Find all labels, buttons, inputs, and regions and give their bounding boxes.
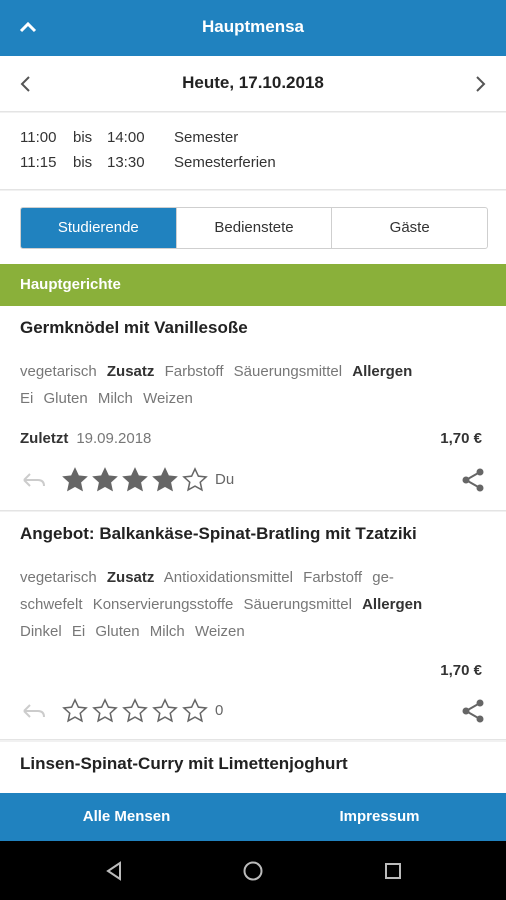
- meal-rating: Du: [20, 466, 486, 494]
- tab-bedienstete[interactable]: Bedienstete: [177, 208, 333, 248]
- app-bar: Hauptmensa: [0, 0, 506, 56]
- meal-price: 1,70 €: [440, 662, 482, 679]
- hours-to: 13:30: [107, 154, 145, 171]
- allergen-label: Allergen: [352, 363, 413, 380]
- allergen: Weizen: [143, 390, 193, 407]
- additive: schwefelt: [20, 596, 83, 613]
- allergen: Gluten: [43, 390, 88, 407]
- section-header: Hauptgerichte: [0, 264, 506, 306]
- star-icon[interactable]: [90, 466, 120, 494]
- price-group-container: Studierende Bedienstete Gäste: [0, 191, 506, 264]
- additive: Farbstoff: [303, 569, 363, 586]
- hours-from: 11:00: [20, 129, 57, 146]
- all-canteens-button[interactable]: Alle Mensen: [0, 808, 253, 825]
- star-icon[interactable]: [60, 466, 90, 494]
- bottom-nav: Alle Mensen Impressum: [0, 793, 506, 841]
- star-icon[interactable]: [90, 697, 120, 725]
- allergen: Weizen: [194, 623, 245, 640]
- tab-studierende[interactable]: Studierende: [21, 208, 177, 248]
- allergen: Dinkel: [20, 623, 62, 640]
- recents-square-icon[interactable]: [382, 860, 404, 882]
- meal-rating: 0: [20, 697, 486, 725]
- additive: Säuerungsmittel: [243, 596, 352, 613]
- tab-gaeste[interactable]: Gäste: [332, 208, 487, 248]
- zusatz-label: Zusatz: [106, 363, 155, 380]
- meal-price: 1,70 €: [440, 430, 482, 447]
- last-served-label: Zuletzt: [20, 430, 69, 447]
- chevron-right-icon[interactable]: [468, 72, 492, 96]
- date-navigator: Heute, 17.10.2018: [0, 56, 506, 112]
- hours-sep: bis: [73, 129, 93, 146]
- meal-type: vegetarisch: [20, 569, 97, 586]
- last-served: Zuletzt 19.09.2018: [20, 430, 151, 447]
- star-icon[interactable]: [120, 466, 150, 494]
- allergen: Ei: [20, 390, 34, 407]
- page-title: Hauptmensa: [201, 17, 305, 36]
- star-icon[interactable]: [60, 697, 90, 725]
- current-date: Heute, 17.10.2018: [182, 73, 324, 92]
- meal-name: Germknödel mit Vanillesoße: [20, 318, 248, 337]
- allergen: Gluten: [95, 623, 140, 640]
- rating-label: Du: [215, 471, 235, 488]
- star-icon[interactable]: [150, 466, 180, 494]
- meal-name: Linsen-Spinat-Curry mit Limettenjoghurt: [20, 754, 348, 773]
- star-icon[interactable]: [150, 697, 180, 725]
- imprint-button[interactable]: Impressum: [253, 808, 506, 825]
- meal-name: Angebot: Balkankäse-Spinat-Bratling mit …: [20, 524, 417, 543]
- back-triangle-icon[interactable]: [103, 860, 125, 882]
- additive: Farbstoff: [164, 363, 224, 380]
- share-icon[interactable]: [460, 697, 486, 725]
- star-rating[interactable]: [60, 697, 210, 725]
- star-rating[interactable]: [60, 466, 210, 494]
- meal-card[interactable]: Germknödel mit Vanillesoße vegetarisch Z…: [0, 306, 506, 511]
- allergen-label: Allergen: [362, 596, 423, 613]
- additive: ge-: [372, 569, 394, 586]
- star-icon[interactable]: [120, 697, 150, 725]
- allergen: Milch: [97, 390, 133, 407]
- meal-tags: vegetarisch Zusatz Farbstoff Säuerungsmi…: [20, 358, 486, 412]
- additive: Säuerungsmittel: [233, 363, 343, 380]
- undo-icon[interactable]: [20, 470, 48, 490]
- hours-sep: bis: [73, 154, 93, 171]
- hours-from: 11:15: [20, 154, 57, 171]
- hours-to: 14:00: [107, 129, 145, 146]
- system-nav-bar: [0, 841, 506, 900]
- hours-label: Semesterferien: [174, 154, 276, 171]
- meal-tags: vegetarisch Zusatz Antioxidationsmittel …: [20, 564, 486, 645]
- allergen: Milch: [149, 623, 185, 640]
- opening-hours: 11:00 bis 14:00 Semester 11:15 bis 13:30…: [0, 113, 506, 190]
- meal-type: vegetarisch: [20, 363, 97, 380]
- star-icon[interactable]: [180, 697, 210, 725]
- rating-count: 0: [215, 702, 224, 719]
- additive: Konservierungsstoffe: [92, 596, 234, 613]
- hours-label: Semester: [174, 129, 239, 146]
- meal-card[interactable]: Angebot: Balkankäse-Spinat-Bratling mit …: [0, 512, 506, 740]
- star-icon[interactable]: [180, 466, 210, 494]
- price-group-selector: Studierende Bedienstete Gäste: [20, 207, 488, 249]
- last-served-date: 19.09.2018: [76, 430, 152, 447]
- zusatz-label: Zusatz: [106, 569, 155, 586]
- allergen: Ei: [71, 623, 86, 640]
- additive: Antioxidationsmittel: [163, 569, 293, 586]
- meal-card[interactable]: Linsen-Spinat-Curry mit Limettenjoghurt: [0, 742, 506, 793]
- undo-icon[interactable]: [20, 701, 48, 721]
- share-icon[interactable]: [460, 466, 486, 494]
- content-area[interactable]: Heute, 17.10.2018 11:00 bis 14:00 Semest…: [0, 56, 506, 793]
- home-circle-icon[interactable]: [242, 860, 264, 882]
